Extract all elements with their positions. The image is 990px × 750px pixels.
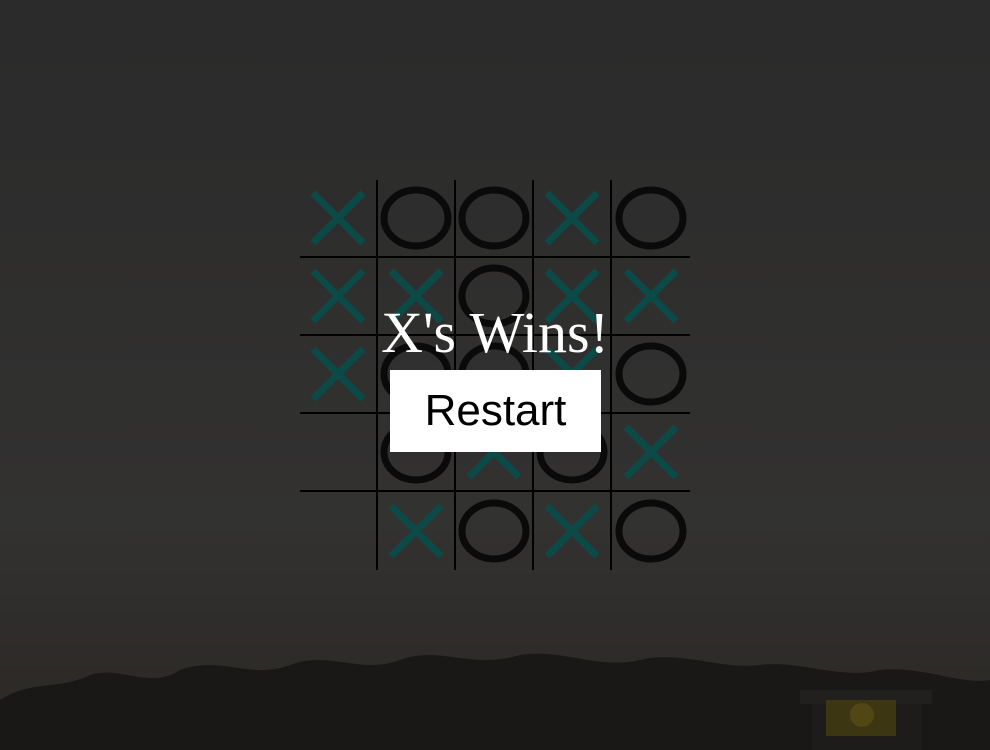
x-mark-icon [310, 190, 366, 246]
board-cell[interactable] [612, 336, 690, 414]
o-mark-icon [458, 499, 530, 563]
board-cell[interactable] [456, 258, 534, 336]
board-cell[interactable] [378, 258, 456, 336]
board-cell[interactable] [378, 492, 456, 570]
board-cell[interactable] [534, 258, 612, 336]
board-cell[interactable] [300, 258, 378, 336]
board-cell[interactable] [612, 492, 690, 570]
x-mark-icon [388, 503, 444, 559]
x-mark-icon [623, 424, 679, 480]
x-mark-icon [544, 190, 600, 246]
board-cell[interactable] [456, 180, 534, 258]
o-mark-icon [458, 264, 530, 328]
restart-button[interactable]: Restart [390, 370, 601, 452]
x-mark-icon [623, 268, 679, 324]
o-mark-icon [380, 186, 452, 250]
o-mark-icon [615, 186, 687, 250]
board-cell[interactable] [612, 258, 690, 336]
board-cell[interactable] [300, 336, 378, 414]
x-mark-icon [310, 346, 366, 402]
board-cell[interactable] [612, 414, 690, 492]
board-cell[interactable] [534, 492, 612, 570]
board-cell[interactable] [378, 180, 456, 258]
x-mark-icon [544, 268, 600, 324]
board-cell[interactable] [300, 180, 378, 258]
o-mark-icon [615, 499, 687, 563]
board-cell[interactable] [300, 414, 378, 492]
board-cell[interactable] [612, 180, 690, 258]
x-mark-icon [388, 268, 444, 324]
x-mark-icon [310, 268, 366, 324]
board-cell[interactable] [456, 492, 534, 570]
o-mark-icon [615, 342, 687, 406]
o-mark-icon [458, 186, 530, 250]
board-cell[interactable] [300, 492, 378, 570]
x-mark-icon [544, 503, 600, 559]
board-cell[interactable] [534, 180, 612, 258]
